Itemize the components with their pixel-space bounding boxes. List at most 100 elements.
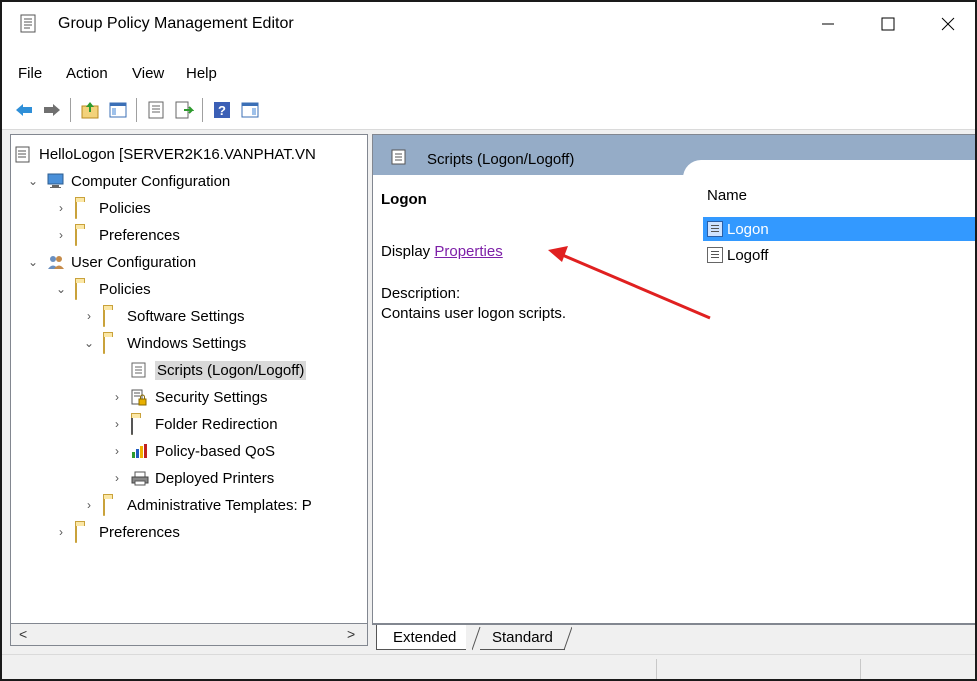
console-tree: HelloLogon [SERVER2K16.VANPHAT.VN ⌄ Comp… [10,134,368,624]
chevron-down-icon[interactable]: ⌄ [25,254,41,270]
menu-bar: File Action View Help [2,46,975,90]
help-icon[interactable]: ? [212,100,232,120]
maximize-icon [881,17,895,31]
back-icon[interactable] [14,100,34,120]
display-prefix: Display [381,243,435,260]
details-header: Scripts (Logon/Logoff) [373,135,975,180]
qos-chart-icon [131,443,149,459]
show-action-pane-icon[interactable] [240,100,260,120]
tree-label: HelloLogon [SERVER2K16.VANPHAT.VN [39,145,316,163]
description-label: Description: [381,285,461,302]
list-item-logoff[interactable]: Logoff [703,243,975,267]
tree-item-security-settings[interactable]: › Security Settings [109,384,268,410]
tree-item-policy-based-qos[interactable]: › Policy-based QoS [109,438,275,464]
gpme-window: Group Policy Management Editor File Acti… [0,0,977,681]
status-separator [860,659,861,679]
up-folder-icon[interactable] [80,100,100,120]
menu-action[interactable]: Action [66,65,108,82]
chevron-right-icon[interactable]: › [109,416,125,432]
title-bar: Group Policy Management Editor [2,2,975,46]
chevron-right-icon[interactable]: › [109,443,125,459]
chevron-down-icon[interactable]: ⌄ [25,173,41,189]
close-icon [941,17,955,31]
scroll-right-arrow[interactable]: > [347,626,355,642]
status-separator [656,659,657,679]
details-pane: Scripts (Logon/Logoff) Logon Display Pro… [372,134,975,624]
chevron-right-icon[interactable]: › [109,389,125,405]
folder-redirection-icon [131,416,149,435]
tree-horizontal-scrollbar[interactable]: < > [10,624,368,646]
script-icon [131,362,149,378]
menu-view[interactable]: View [132,65,164,82]
tree-item-administrative-templates[interactable]: › Administrative Templates: P [81,492,312,518]
folder-icon [75,200,93,219]
tree-item-software-settings[interactable]: › Software Settings [81,303,245,329]
forward-icon[interactable] [42,100,62,120]
list-item-logon[interactable]: Logon [703,217,975,241]
tree-label: Policies [99,280,151,298]
tree-label: Folder Redirection [155,415,278,433]
maximize-button[interactable] [858,2,918,46]
properties-link[interactable]: Properties [434,243,502,260]
tree-label: Software Settings [127,307,245,325]
tree-item-user-configuration[interactable]: ⌄ User Configuration [25,249,196,275]
tree-label: Policy-based QoS [155,442,276,460]
toolbar-separator [202,98,203,122]
tree-label: Preferences [99,226,180,244]
folder-icon [75,524,93,543]
chevron-right-icon[interactable]: › [53,524,69,540]
selected-item-heading: Logon [381,191,427,208]
tree-label: Security Settings [155,388,268,406]
script-icon [391,149,407,169]
tree-item-deployed-printers[interactable]: › Deployed Printers [109,465,274,491]
tab-slant-lines [472,626,572,651]
view-tabs: Extended Standard [372,624,975,651]
tree-root-gpo[interactable]: HelloLogon [SERVER2K16.VANPHAT.VN [15,141,316,167]
toolbar-separator [70,98,71,122]
folder-icon [75,281,93,300]
list-item-label: Logoff [727,246,769,264]
users-icon [47,254,65,270]
name-column-header[interactable]: Name [707,187,747,204]
tree-item-computer-policies[interactable]: › Policies [53,195,151,221]
menu-help[interactable]: Help [186,65,217,82]
export-list-icon[interactable] [174,100,195,120]
display-properties-line: Display Properties [381,243,503,260]
tree-label: Preferences [99,523,180,541]
close-button[interactable] [918,2,975,46]
chevron-right-icon[interactable]: › [53,200,69,216]
minimize-button[interactable] [798,2,858,46]
tree-item-computer-preferences[interactable]: › Preferences [53,222,180,248]
tree-label: Computer Configuration [71,172,231,190]
chevron-right-icon[interactable]: › [53,227,69,243]
tree-label: Scripts (Logon/Logoff) [155,360,307,380]
tree-item-user-policies[interactable]: ⌄ Policies [53,276,151,302]
tab-extended[interactable]: Extended [376,625,467,650]
toolbar-separator [136,98,137,122]
scroll-left-arrow[interactable]: < [19,626,27,642]
menu-file[interactable]: File [18,65,42,82]
show-hide-tree-icon[interactable] [108,100,128,120]
script-icon [707,221,723,237]
tree-label: Administrative Templates: P [127,496,312,514]
tree-item-folder-redirection[interactable]: › Folder Redirection [109,411,278,437]
chevron-down-icon[interactable]: ⌄ [53,281,69,297]
chevron-right-icon[interactable]: › [81,497,97,513]
script-icon [707,247,723,263]
header-curve [683,160,975,180]
tree-label: Windows Settings [127,334,247,352]
description-text: Contains user logon scripts. [381,305,567,322]
details-header-title: Scripts (Logon/Logoff) [427,151,575,168]
tree-item-user-preferences[interactable]: › Preferences [53,519,180,545]
folder-icon [103,308,121,327]
chevron-right-icon[interactable]: › [109,470,125,486]
chevron-down-icon[interactable]: ⌄ [81,335,97,351]
tree-label: Deployed Printers [155,469,275,487]
chevron-right-icon[interactable]: › [81,308,97,324]
computer-icon [47,173,65,189]
tree-item-computer-configuration[interactable]: ⌄ Computer Configuration [25,168,230,194]
properties-icon[interactable] [146,100,166,120]
tree-item-scripts[interactable]: Scripts (Logon/Logoff) [109,357,307,383]
tree-item-windows-settings[interactable]: ⌄ Windows Settings [81,330,246,356]
tree-label: User Configuration [71,253,197,271]
